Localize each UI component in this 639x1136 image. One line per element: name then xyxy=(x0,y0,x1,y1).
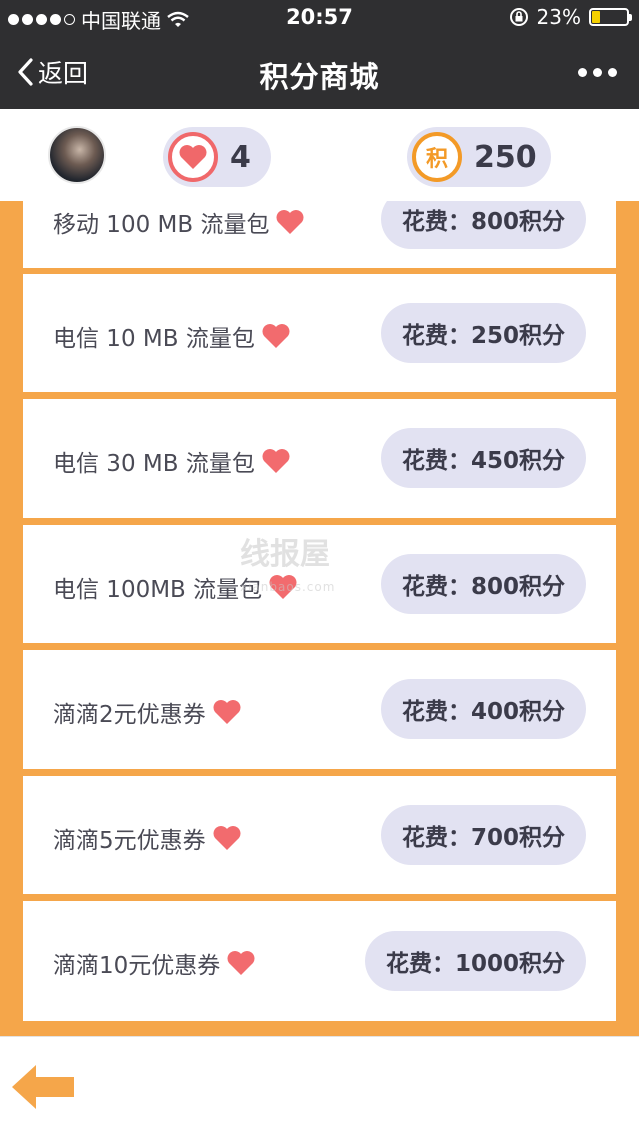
item-name-text: 滴滴5元优惠券 xyxy=(53,828,206,854)
item-name-text: 电信 100MB 流量包 xyxy=(53,577,263,603)
redeem-price-button[interactable]: 花费：1000积分 xyxy=(364,931,586,991)
status-right: 23% xyxy=(509,5,632,29)
battery-percent: 23% xyxy=(536,5,581,29)
item-name-text: 滴滴2元优惠券 xyxy=(53,702,206,728)
redeem-price-button[interactable]: 花费：450积分 xyxy=(380,428,586,488)
item-name: 电信 10 MB 流量包 xyxy=(53,319,291,353)
page-title: 积分商城 xyxy=(259,60,380,94)
heart-badge xyxy=(168,132,218,182)
list-item[interactable]: 电信 10 MB 流量包 花费：250积分 xyxy=(23,274,616,392)
avatar[interactable] xyxy=(48,126,106,184)
nav-bar: 返回 积分商城 xyxy=(0,36,639,109)
item-name: 电信 30 MB 流量包 xyxy=(53,444,291,478)
bottom-bar xyxy=(0,1036,639,1136)
hearts-counter: 4 xyxy=(163,127,271,187)
redeem-price-button[interactable]: 花费：800积分 xyxy=(380,201,586,249)
heart-icon xyxy=(213,825,241,850)
points-coin-icon: 积 xyxy=(412,132,462,182)
points-counter: 积 250 xyxy=(407,127,551,187)
item-name-text: 电信 10 MB 流量包 xyxy=(53,326,255,352)
list-item[interactable]: 滴滴2元优惠券 花费：400积分 xyxy=(23,650,616,769)
user-summary-bar: 4 积 250 xyxy=(0,109,639,201)
redeem-price-button[interactable]: 花费：400积分 xyxy=(380,679,586,739)
more-button[interactable] xyxy=(578,68,617,77)
back-arrow-button[interactable] xyxy=(10,1063,76,1115)
ellipsis-icon xyxy=(608,68,617,77)
item-name: 滴滴5元优惠券 xyxy=(53,821,242,855)
list-item[interactable]: 电信 30 MB 流量包 花费：450积分 xyxy=(23,399,616,518)
list-item[interactable]: 滴滴10元优惠券 花费：1000积分 xyxy=(23,901,616,1021)
product-list: 移动 100 MB 流量包 花费：800积分 电信 10 MB 流量包 花费：2… xyxy=(0,201,639,1036)
redeem-price-button[interactable]: 花费：800积分 xyxy=(380,554,586,614)
list-item[interactable]: 移动 100 MB 流量包 花费：800积分 xyxy=(23,201,616,268)
item-name: 移动 100 MB 流量包 xyxy=(53,205,305,239)
rotation-lock-icon xyxy=(509,8,528,26)
item-name-text: 滴滴10元优惠券 xyxy=(53,953,221,979)
item-name-text: 移动 100 MB 流量包 xyxy=(53,212,270,238)
ellipsis-icon xyxy=(578,68,587,77)
battery-icon xyxy=(589,8,632,26)
heart-icon xyxy=(213,699,241,724)
hearts-count: 4 xyxy=(230,139,251,175)
item-name: 滴滴10元优惠券 xyxy=(53,946,256,980)
list-item[interactable]: 滴滴5元优惠券 花费：700积分 xyxy=(23,776,616,894)
status-bar: 中国联通 20:57 23% xyxy=(0,0,639,36)
heart-icon xyxy=(227,950,255,975)
arrow-left-icon xyxy=(12,1065,74,1109)
heart-icon xyxy=(179,145,207,169)
item-name: 滴滴2元优惠券 xyxy=(53,695,242,729)
ellipsis-icon xyxy=(593,68,602,77)
heart-icon xyxy=(262,448,290,473)
redeem-price-button[interactable]: 花费：700积分 xyxy=(380,805,586,865)
redeem-price-button[interactable]: 花费：250积分 xyxy=(380,303,586,363)
heart-icon xyxy=(262,323,290,348)
list-item[interactable]: 电信 100MB 流量包 花费：800积分 xyxy=(23,525,616,643)
item-name-text: 电信 30 MB 流量包 xyxy=(53,451,255,477)
battery-fill xyxy=(592,11,601,23)
points-count: 250 xyxy=(474,139,537,175)
heart-icon xyxy=(269,574,297,599)
heart-icon xyxy=(276,209,304,234)
item-name: 电信 100MB 流量包 xyxy=(53,570,298,604)
